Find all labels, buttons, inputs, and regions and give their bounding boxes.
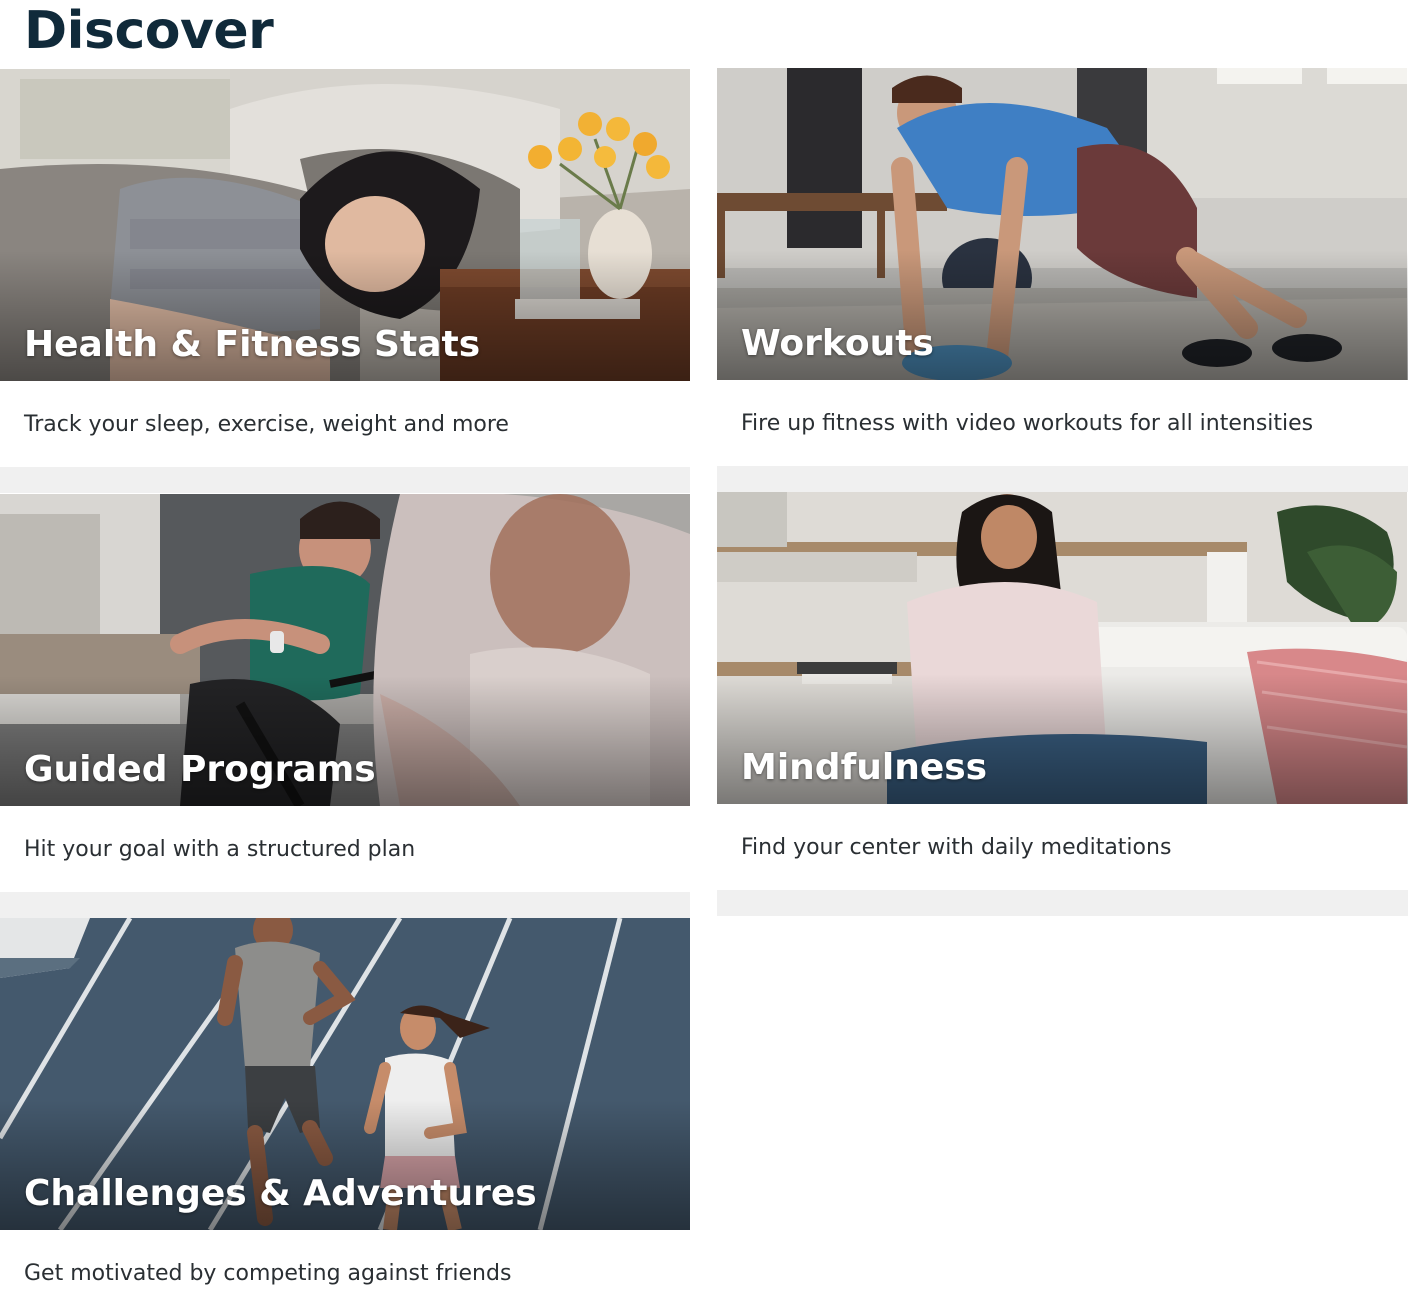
card-description: Hit your goal with a structured plan [24,836,416,862]
card-image-meditating-woman[interactable]: Mindfulness [717,492,1408,804]
card-health-fitness-stats[interactable]: Health & Fitness Stats Track your sleep,… [0,69,690,467]
card-separator [717,890,1408,916]
card-challenges-adventures[interactable]: Challenges & Adventures Get motivated by… [0,918,690,1316]
card-image-running-couple[interactable]: Challenges & Adventures [0,918,690,1230]
card-separator [0,467,690,493]
card-description: Fire up fitness with video workouts for … [741,410,1314,436]
card-workouts[interactable]: Workouts Fire up fitness with video work… [717,68,1408,466]
card-image-pushup-man[interactable]: Workouts [717,68,1408,380]
card-description: Find your center with daily meditations [741,834,1172,860]
card-image-cycling-woman[interactable]: Guided Programs [0,494,690,806]
card-guided-programs[interactable]: Guided Programs Hit your goal with a str… [0,494,690,892]
card-separator [0,892,690,918]
card-description: Get motivated by competing against frien… [24,1260,512,1286]
card-title: Mindfulness [741,747,988,788]
card-title: Workouts [741,323,934,364]
card-mindfulness[interactable]: Mindfulness Find your center with daily … [717,492,1408,890]
card-image-sleeping-woman[interactable]: Health & Fitness Stats [0,69,690,381]
card-separator [717,466,1408,492]
card-title: Guided Programs [24,749,376,790]
page-title: Discover [24,1,274,61]
card-title: Health & Fitness Stats [24,324,481,365]
card-title: Challenges & Adventures [24,1173,537,1214]
card-description: Track your sleep, exercise, weight and m… [24,411,509,437]
